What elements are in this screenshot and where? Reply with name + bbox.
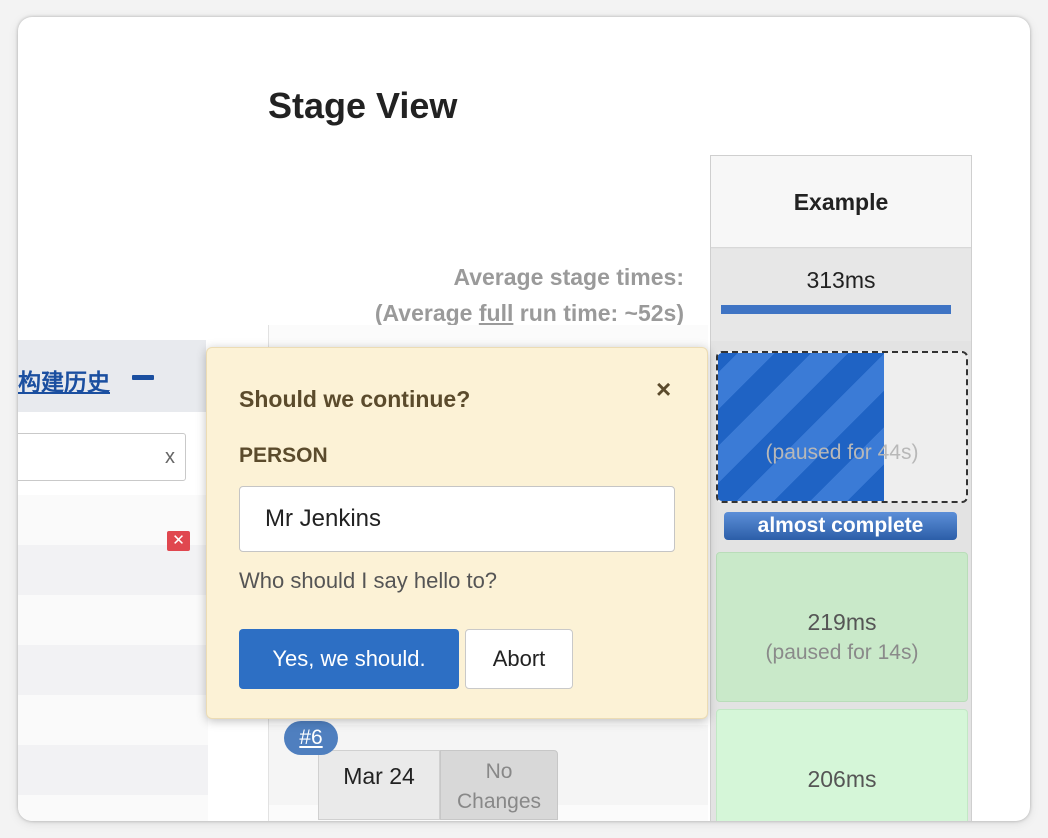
abort-button[interactable]: Abort xyxy=(465,629,573,689)
average-full-run-time: (Average full run time: ~52s) xyxy=(375,300,684,327)
param-description: Who should I say hello to? xyxy=(239,568,498,593)
close-icon[interactable]: × xyxy=(656,374,671,405)
full-run-link[interactable]: full xyxy=(479,300,514,326)
page-title: Stage View xyxy=(268,85,458,126)
status-badge: almost complete xyxy=(724,512,957,540)
stage-view-card: Stage View Average stage times: (Average… xyxy=(18,17,1030,821)
average-full-prefix: (Average xyxy=(374,300,479,326)
person-input[interactable] xyxy=(239,486,675,552)
prompt-title: Should we continue? xyxy=(239,386,471,412)
failed-build-icon: ✕ xyxy=(167,531,190,551)
stage-cell-success[interactable]: 206ms xyxy=(716,709,968,821)
build-number-badge[interactable]: #6 xyxy=(284,721,338,755)
stage-cell-time: 219ms xyxy=(807,609,877,635)
clear-filter-icon[interactable]: x xyxy=(165,446,175,469)
stage-header: Example xyxy=(711,156,971,248)
running-stage-cell[interactable]: (paused for 44s) xyxy=(716,351,968,503)
progress-stripes xyxy=(718,353,885,501)
param-label: PERSON xyxy=(239,444,328,467)
stage-cell-paused: (paused for 14s) xyxy=(765,641,919,664)
stage-average-time: 313ms xyxy=(806,267,876,293)
collapse-minus-icon[interactable] xyxy=(132,375,154,380)
stage-average-bar xyxy=(721,305,951,314)
build-date: Mar 24 xyxy=(318,750,440,820)
average-stage-times-label: Average stage times: xyxy=(453,264,684,290)
build-filter-input[interactable]: x xyxy=(18,433,186,481)
stage-average-bar-fill xyxy=(721,305,951,314)
build-history-link[interactable]: 构建历史 xyxy=(18,363,110,397)
stage-cell-time: 206ms xyxy=(807,766,877,792)
running-paused-text: (paused for 44s) xyxy=(765,441,919,464)
stage-column-example: Example 313ms (paused for 44s) almost co… xyxy=(710,155,972,821)
average-full-suffix: run time: ~52s) xyxy=(513,300,684,326)
stage-cell-success[interactable]: 219ms (paused for 14s) xyxy=(716,552,968,702)
stage-average-cell: 313ms xyxy=(711,249,971,341)
input-prompt-popup: Should we continue? × PERSON Who should … xyxy=(206,347,708,719)
build-changes[interactable]: No Changes xyxy=(440,750,558,820)
proceed-button[interactable]: Yes, we should. xyxy=(239,629,459,689)
